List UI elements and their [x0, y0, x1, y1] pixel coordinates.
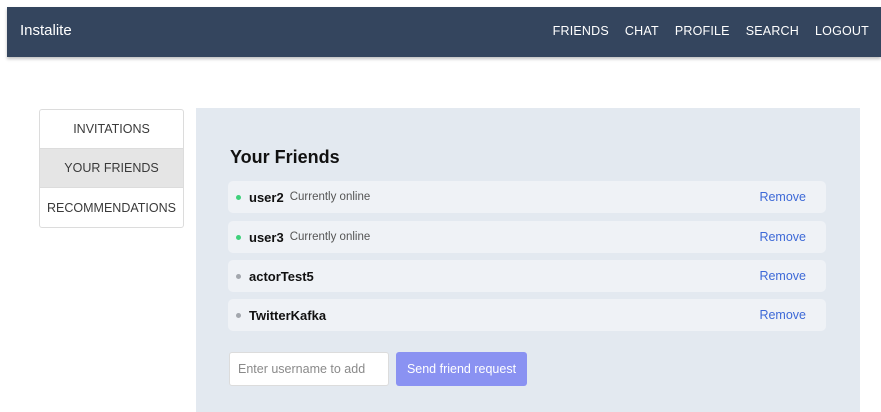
remove-friend-button[interactable]: Remove — [759, 269, 806, 283]
nav-links: FRIENDS CHAT PROFILE SEARCH LOGOUT — [553, 24, 869, 38]
remove-friend-button[interactable]: Remove — [759, 190, 806, 204]
send-friend-request-button[interactable]: Send friend request — [396, 352, 527, 386]
remove-friend-button[interactable]: Remove — [759, 308, 806, 322]
nav-logout[interactable]: LOGOUT — [815, 24, 869, 38]
page-title: Your Friends — [230, 147, 340, 167]
friend-username: user2 — [249, 189, 284, 205]
friend-username: TwitterKafka — [249, 307, 327, 323]
tab-your-friends[interactable]: YOUR FRIENDS — [40, 149, 183, 188]
top-navbar: Instalite FRIENDS CHAT PROFILE SEARCH LO… — [7, 7, 881, 57]
online-status-dot-icon — [236, 234, 241, 240]
friend-username: user3 — [249, 229, 284, 245]
nav-profile[interactable]: PROFILE — [675, 24, 730, 38]
nav-friends[interactable]: FRIENDS — [553, 24, 609, 38]
friend-row: TwitterKafka Remove — [228, 299, 826, 331]
tab-recommendations[interactable]: RECOMMENDATIONS — [40, 188, 183, 227]
online-status-dot-icon — [236, 194, 241, 200]
offline-status-dot-icon — [236, 312, 241, 318]
friends-sidebar-tabs: INVITATIONS YOUR FRIENDS RECOMMENDATIONS — [39, 109, 184, 228]
friend-username: actorTest5 — [249, 268, 314, 284]
friend-status: Currently online — [289, 191, 371, 203]
friend-row: user3 Currently online Remove — [228, 221, 826, 253]
remove-friend-button[interactable]: Remove — [759, 230, 806, 244]
nav-search[interactable]: SEARCH — [746, 24, 799, 38]
friend-row: actorTest5 Remove — [228, 260, 826, 292]
add-username-input[interactable] — [229, 352, 389, 386]
offline-status-dot-icon — [236, 273, 241, 279]
friend-row: user2 Currently online Remove — [228, 181, 826, 213]
nav-chat[interactable]: CHAT — [625, 24, 659, 38]
tab-invitations[interactable]: INVITATIONS — [40, 110, 183, 149]
brand-logo[interactable]: Instalite — [20, 22, 72, 39]
friend-status: Currently online — [289, 231, 371, 243]
friends-panel: Your Friends user2 Currently online Remo… — [196, 108, 860, 412]
